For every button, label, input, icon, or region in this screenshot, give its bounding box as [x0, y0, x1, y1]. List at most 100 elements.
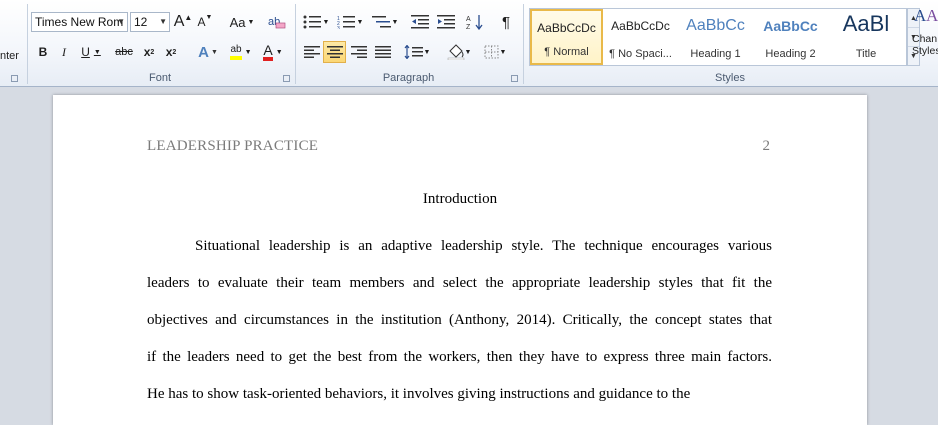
style-name: Title	[855, 48, 877, 60]
subscript-button[interactable]: x2	[140, 41, 158, 63]
style-preview: AaBbCc	[686, 17, 745, 34]
svg-text:3: 3	[337, 26, 340, 29]
multilevel-list-icon	[371, 16, 391, 28]
numbering-icon: 123	[337, 16, 355, 29]
running-head: LEADERSHIP PRACTICE	[147, 138, 319, 154]
show-formatting-button[interactable]: ¶	[496, 11, 516, 33]
highlighter-icon: ab	[230, 44, 242, 60]
font-color-button[interactable]: A ▼	[259, 41, 287, 63]
paste-format-painter-label[interactable]: nter	[0, 50, 19, 62]
align-left-button[interactable]	[302, 41, 322, 63]
increase-indent-icon	[437, 15, 455, 29]
change-styles-icon: A A	[914, 6, 938, 25]
grow-font-icon: A	[173, 13, 185, 30]
text-effects-icon: A	[198, 43, 209, 61]
body-line: He has to show task-oriented behaviors, …	[147, 386, 691, 402]
highlight-button[interactable]: ab ▼	[226, 41, 256, 63]
increase-indent-button[interactable]	[436, 11, 456, 33]
line-spacing-icon	[404, 45, 423, 59]
change-styles-label: Chan	[912, 33, 938, 45]
style-heading-2[interactable]: AaBbCc Heading 2	[753, 9, 828, 65]
subscript-icon: x	[143, 45, 151, 59]
style-preview: AaBl	[842, 11, 890, 36]
body-line: leaders to evaluate their team members a…	[147, 275, 772, 291]
sort-icon: AZ	[466, 15, 483, 30]
strikethrough-icon: abc	[115, 46, 133, 58]
bold-icon: B	[38, 45, 48, 59]
multilevel-list-button[interactable]: ▼	[370, 11, 400, 33]
chevron-down-icon[interactable]: ▼	[159, 13, 167, 31]
line-spacing-button[interactable]: ▼	[402, 41, 432, 63]
style-normal[interactable]: AaBbCcDc ¶ Normal	[530, 9, 603, 65]
font-dialog-launcher-icon[interactable]	[283, 75, 290, 82]
underline-icon: U	[81, 45, 90, 59]
document-page[interactable]: LEADERSHIP PRACTICE 2 Introduction Situa…	[53, 95, 867, 425]
numbering-button[interactable]: 123 ▼	[336, 11, 364, 33]
style-title[interactable]: AaBl Title	[828, 9, 904, 65]
font-name-combo[interactable]: Times New Rom ▼	[31, 12, 128, 32]
ribbon: nter Times New Rom ▼ 12 ▼ A ▲ A ▼ Aa ▼ ab B…	[0, 0, 938, 87]
align-right-icon	[351, 46, 367, 58]
body-line: if the leaders need to get the best from…	[147, 349, 772, 365]
align-center-icon	[326, 46, 343, 58]
paragraph-dialog-launcher-icon[interactable]	[511, 75, 518, 82]
document-area: LEADERSHIP PRACTICE 2 Introduction Situa…	[0, 87, 938, 425]
strikethrough-button[interactable]: abc	[112, 41, 136, 63]
pilcrow-icon: ¶	[501, 13, 511, 31]
paragraph-group-label: Paragraph	[382, 72, 435, 84]
shading-button[interactable]: ▼	[444, 41, 474, 63]
superscript-icon: x	[165, 45, 173, 59]
sort-button[interactable]: AZ	[464, 11, 486, 33]
italic-button[interactable]: I	[55, 41, 73, 63]
change-case-icon: Aa	[229, 14, 246, 30]
text-effects-button[interactable]: A ▼	[196, 41, 220, 63]
styles-gallery: AaBbCcDc ¶ Normal AaBbCcDc ¶ No Spaci...…	[529, 8, 907, 66]
style-preview: AaBbCcDc	[537, 21, 596, 35]
svg-text:Z: Z	[466, 24, 471, 30]
bold-button[interactable]: B	[34, 41, 52, 63]
bullets-icon	[303, 15, 321, 29]
underline-button[interactable]: U ▼	[78, 41, 104, 63]
style-preview: AaBbCcDc	[611, 19, 670, 33]
group-separator	[27, 4, 28, 84]
style-name: Heading 1	[690, 48, 741, 60]
grow-font-button[interactable]: A ▲	[173, 11, 193, 33]
clear-formatting-icon: ab	[268, 16, 286, 29]
body-line: objectives and circumstances in the inst…	[147, 312, 772, 328]
bullets-button[interactable]: ▼	[302, 11, 330, 33]
style-name: ¶ No Spaci...	[609, 48, 672, 60]
section-heading: Introduction	[422, 191, 498, 207]
group-separator	[523, 4, 524, 84]
clear-formatting-button[interactable]: ab	[266, 11, 288, 33]
font-size-combo[interactable]: 12 ▼	[130, 12, 170, 32]
italic-icon: I	[62, 44, 66, 59]
style-no-spacing[interactable]: AaBbCcDc ¶ No Spaci...	[603, 9, 678, 65]
font-group-label: Font	[148, 72, 171, 84]
align-right-button[interactable]	[349, 41, 369, 63]
body-line: Situational leadership is an adaptive le…	[195, 238, 772, 254]
borders-button[interactable]: ▼	[480, 41, 510, 63]
svg-text:A: A	[926, 6, 938, 25]
borders-icon	[484, 45, 499, 59]
styles-group-label: Styles	[715, 72, 745, 84]
style-name: Heading 2	[765, 48, 816, 60]
page-number: 2	[762, 138, 771, 154]
style-name: ¶ Normal	[544, 46, 589, 58]
change-case-button[interactable]: Aa ▼	[228, 11, 256, 33]
superscript-button[interactable]: x2	[162, 41, 180, 63]
shrink-font-button[interactable]: A ▼	[196, 11, 214, 33]
change-styles-button[interactable]: A A Chan Styles	[912, 4, 938, 70]
font-size-value: 12	[134, 15, 148, 29]
decrease-indent-button[interactable]	[410, 11, 430, 33]
chevron-down-icon[interactable]: ▼	[117, 13, 125, 31]
svg-text:A: A	[466, 16, 471, 23]
justify-icon	[375, 46, 391, 58]
align-center-button[interactable]	[323, 41, 346, 63]
align-left-icon	[304, 46, 320, 58]
change-styles-label: Styles	[912, 45, 938, 57]
clipboard-dialog-launcher-icon[interactable]	[11, 75, 18, 82]
shrink-font-icon: A	[197, 15, 206, 29]
decrease-indent-icon	[411, 15, 429, 29]
justify-button[interactable]	[373, 41, 393, 63]
style-heading-1[interactable]: AaBbCc Heading 1	[678, 9, 753, 65]
